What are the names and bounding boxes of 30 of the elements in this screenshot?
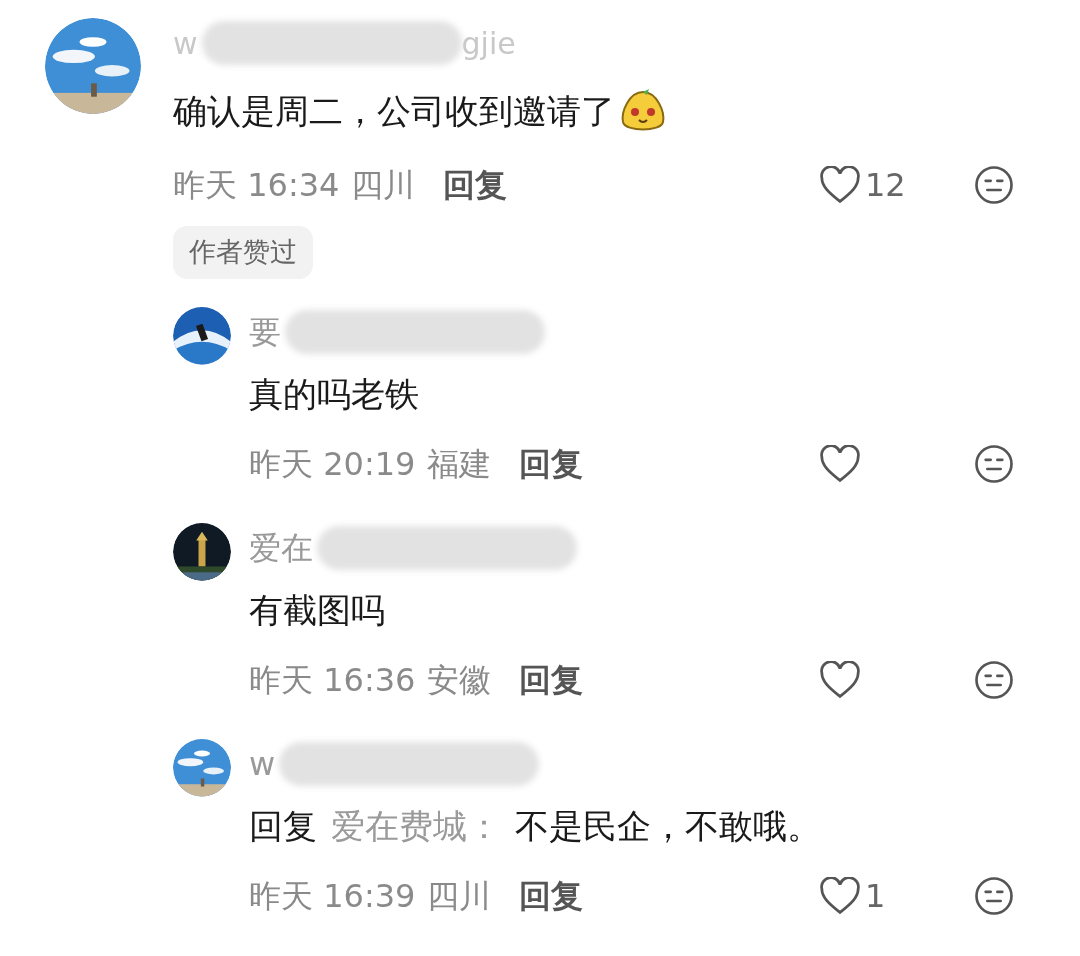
reply-button[interactable]: 回复 (443, 161, 508, 209)
heart-icon[interactable] (819, 660, 861, 699)
reply-button[interactable]: 回复 (519, 439, 584, 488)
username[interactable]: w (249, 739, 276, 788)
neutral-face-icon[interactable] (974, 443, 1014, 484)
author-liked-badge: 作者赞过 (173, 226, 313, 279)
timestamp: 昨天 20:19 (249, 443, 416, 485)
neutral-face-icon[interactable] (974, 165, 1014, 205)
reply-text: 回复 爱在费城： 不是民企，不敢哦。 (249, 805, 821, 848)
location: 福建 (427, 443, 492, 485)
username[interactable]: 爱在 (249, 523, 313, 572)
comment-text: 确认是周二，公司收到邀请了 (173, 89, 615, 133)
like-count: 12 (865, 165, 906, 206)
reply-button[interactable]: 回复 (519, 655, 584, 704)
reply-button[interactable]: 回复 (519, 871, 584, 920)
timestamp: 昨天 16:34 (173, 165, 340, 206)
timestamp: 昨天 16:36 (249, 659, 416, 701)
neutral-face-icon[interactable] (974, 659, 1014, 700)
neutral-face-icon[interactable] (974, 875, 1014, 916)
timestamp: 昨天 16:39 (249, 875, 416, 917)
reply-text: 真的吗老铁 (249, 373, 419, 416)
location: 安徽 (427, 659, 492, 701)
heart-icon[interactable] (819, 166, 861, 204)
like-count: 1 (865, 875, 886, 917)
username[interactable]: 要 (249, 307, 281, 356)
location: 四川 (351, 165, 416, 206)
heart-icon[interactable] (819, 444, 861, 483)
location: 四川 (427, 875, 492, 917)
heart-icon[interactable] (819, 876, 861, 915)
reply-text: 有截图吗 (249, 589, 385, 632)
